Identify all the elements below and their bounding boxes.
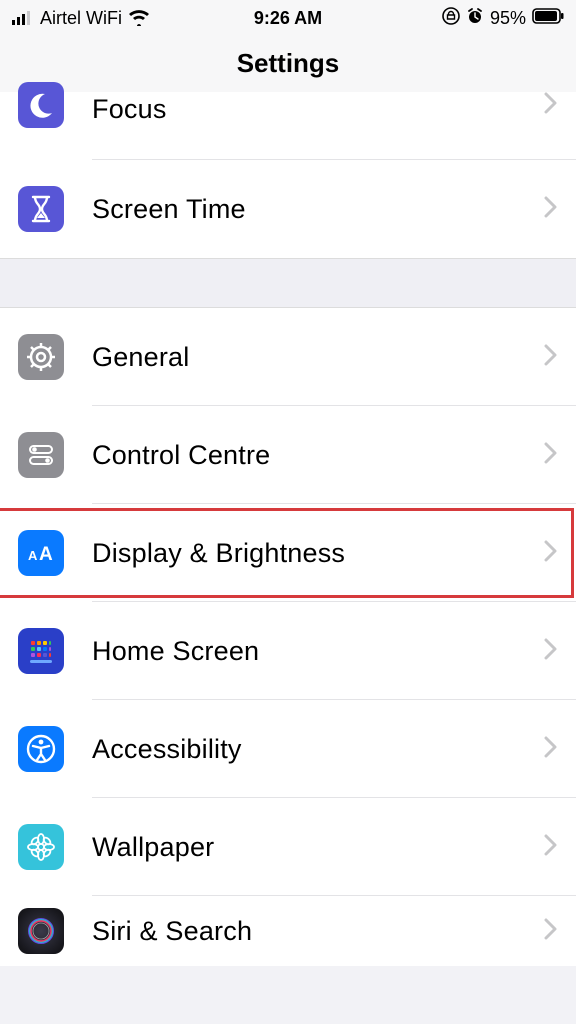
chevron-right-icon [544,834,558,861]
row-screen-time[interactable]: Screen Time [0,160,576,258]
row-home-screen[interactable]: Home Screen [0,602,576,700]
row-display-brightness[interactable]: AA Display & Brightness [0,504,576,602]
app-grid-icon [18,628,64,674]
row-label: Screen Time [92,194,544,225]
row-focus[interactable]: Focus [0,92,576,160]
chevron-right-icon [544,540,558,567]
status-right: 95% [442,7,564,30]
svg-text:A: A [28,548,38,563]
orientation-lock-icon [442,7,460,30]
carrier-label: Airtel WiFi [40,8,122,29]
row-label: General [92,342,544,373]
status-left: Airtel WiFi [12,8,150,29]
row-control-centre[interactable]: Control Centre [0,406,576,504]
hourglass-icon [18,186,64,232]
toggles-icon [18,432,64,478]
navbar: Settings [0,36,576,92]
row-label: Control Centre [92,440,544,471]
chevron-right-icon [544,442,558,469]
text-size-icon: AA [18,530,64,576]
chevron-right-icon [544,92,558,119]
row-wallpaper[interactable]: Wallpaper [0,798,576,896]
row-label: Siri & Search [92,916,544,947]
wifi-icon [128,10,150,26]
chevron-right-icon [544,344,558,371]
chevron-right-icon [544,736,558,763]
row-accessibility[interactable]: Accessibility [0,700,576,798]
chevron-right-icon [544,196,558,223]
row-label: Accessibility [92,734,544,765]
cellular-signal-icon [12,11,34,25]
svg-text:A: A [39,544,53,565]
accessibility-icon [18,726,64,772]
row-label: Focus [92,94,544,125]
settings-list: Focus Screen Time General Control Centre… [0,92,576,966]
siri-icon [18,908,64,954]
row-label: Home Screen [92,636,544,667]
chevron-right-icon [544,638,558,665]
row-siri-search[interactable]: Siri & Search [0,896,576,966]
chevron-right-icon [544,918,558,945]
section-separator [0,258,576,308]
gear-icon [18,334,64,380]
battery-icon [532,8,564,29]
alarm-icon [466,7,484,30]
status-time: 9:26 AM [254,8,322,29]
moon-icon [18,82,64,128]
row-general[interactable]: General [0,308,576,406]
battery-percent: 95% [490,8,526,29]
row-label: Wallpaper [92,832,544,863]
status-bar: Airtel WiFi 9:26 AM 95% [0,0,576,36]
flower-icon [18,824,64,870]
row-label: Display & Brightness [92,538,544,569]
page-title: Settings [237,48,340,79]
